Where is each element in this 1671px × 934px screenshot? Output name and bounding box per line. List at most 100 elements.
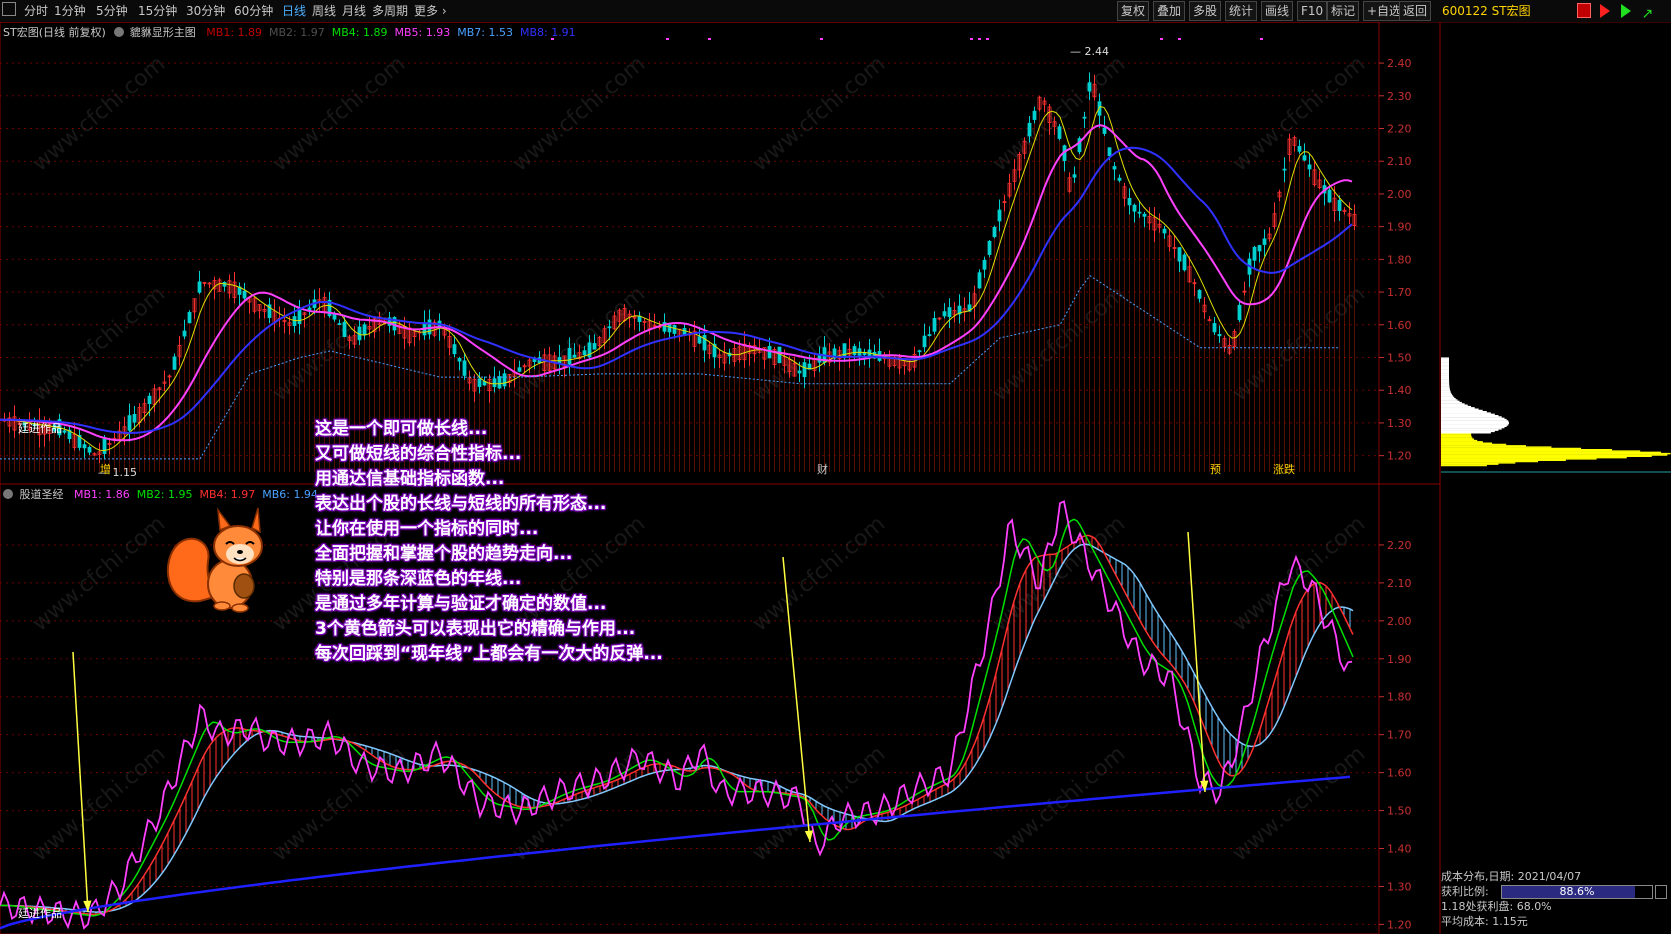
candle-body	[87, 447, 92, 453]
flag-green-icon[interactable]	[1620, 4, 1631, 18]
candle-body	[1182, 254, 1187, 271]
kline-chart[interactable]: 2.40 2.30 2.20 2.10 2.00 1.90 1.80 1.70 1.60 1.50…	[0, 22, 1671, 934]
play-icon[interactable]	[1599, 4, 1610, 18]
chart-frame	[0, 22, 1380, 934]
watermark-text: www.cfchi.com	[28, 741, 170, 866]
candle-body	[987, 240, 992, 255]
annotation-line: 特别是那条深蓝色的年线...	[315, 569, 522, 589]
candle-body	[1107, 147, 1112, 157]
y-tick-label: 1.50	[1387, 352, 1412, 365]
period-tab-6[interactable]: 日线	[282, 2, 306, 20]
candle-body	[1217, 334, 1222, 337]
high-price-label: — 2.44	[1070, 45, 1109, 58]
toolbar-button-4[interactable]: 画线	[1261, 1, 1294, 21]
annotation-line: 让你在使用一个指标的同时...	[315, 519, 539, 539]
annotation-line: 全面把握和掌握个股的趋势走向...	[315, 544, 573, 564]
profit-end-marker	[1655, 885, 1667, 899]
watermark-text: www.cfchi.com	[748, 511, 890, 636]
candle-body	[1142, 213, 1147, 217]
toolbar-button-0[interactable]: 复权	[1117, 1, 1150, 21]
candle-body	[1297, 145, 1302, 152]
toolbar-button-6[interactable]: 标记	[1327, 1, 1360, 21]
candle-body	[1072, 174, 1077, 178]
candle-body	[982, 259, 987, 270]
top-signal-dot	[1178, 38, 1181, 40]
period-tab-7[interactable]: 周线	[312, 2, 336, 20]
event-marker: 财	[817, 462, 828, 476]
watermark-text: www.cfchi.com	[1228, 741, 1370, 866]
toolbar-button-8[interactable]: 返回	[1399, 1, 1432, 21]
candle-body	[127, 415, 132, 431]
period-tab-2[interactable]: 5分钟	[96, 2, 128, 20]
flag-icon[interactable]	[1577, 3, 1591, 18]
toolbar-button-2[interactable]: 多股	[1189, 1, 1222, 21]
sub-legend-1: MB2: 1.95	[136, 488, 193, 501]
yellow-arrow-line	[1187, 531, 1206, 793]
toolbar-button-5[interactable]: F10	[1297, 1, 1328, 21]
candle-body	[947, 307, 952, 318]
cost-date-label: 成本分布,日期: 2021/04/07	[1441, 870, 1582, 883]
period-tab-9[interactable]: 多周期	[372, 2, 408, 20]
event-marker: 增	[100, 462, 111, 476]
toolbar-icons: ↗	[1577, 3, 1653, 22]
y-tick-label: 1.30	[1387, 880, 1412, 893]
stock-title: ST宏图(日线 前复权)	[3, 26, 106, 39]
annotation-line: 每次回踩到“现年线”上都会有一次大的反弹...	[315, 644, 663, 664]
toolbar-button-3[interactable]: 统计	[1225, 1, 1258, 21]
squirrel-mascot-icon	[166, 507, 263, 613]
y-tick-label: 1.20	[1387, 450, 1412, 463]
y-tick-label: 2.20	[1387, 539, 1412, 552]
candle-body	[1197, 289, 1202, 299]
candle-body	[502, 373, 507, 387]
sub-watermark-label: 廷进作品	[18, 907, 62, 920]
profit-ratio-value: 88.6%	[1559, 885, 1595, 898]
candle-body	[922, 335, 927, 348]
candle-body	[292, 316, 297, 326]
main-legend-3: MB5: 1.93	[394, 26, 451, 39]
candle-body	[1137, 211, 1142, 214]
toolbar-button-1[interactable]: 叠加	[1153, 1, 1186, 21]
top-signal-dot	[1260, 38, 1263, 40]
candle-body	[932, 317, 937, 332]
candle-body	[1082, 116, 1087, 119]
candle-body	[147, 395, 152, 405]
period-tab-5[interactable]: 60分钟	[234, 2, 273, 20]
y-tick-label: 1.40	[1387, 843, 1412, 856]
profit-ratio-bar: 88.6%	[1501, 885, 1653, 899]
annotation-line: 表达出个股的长线与短线的所有形态...	[315, 494, 607, 514]
top-signal-dot	[970, 38, 973, 40]
indicator-toggle-icon[interactable]	[114, 27, 125, 37]
candle-body	[197, 281, 202, 293]
period-tab-4[interactable]: 30分钟	[186, 2, 225, 20]
watermark-text: www.cfchi.com	[268, 741, 410, 866]
y-tick-label: 2.40	[1387, 57, 1412, 70]
arrow-up-icon[interactable]: ↗	[1641, 6, 1653, 22]
candle-body	[1262, 238, 1267, 245]
watermark-text: www.cfchi.com	[1228, 511, 1370, 636]
period-tab-1[interactable]: 1分钟	[54, 2, 86, 20]
candle-body	[1252, 246, 1257, 261]
window-menu-icon[interactable]	[2, 2, 16, 16]
candles	[2, 72, 1357, 472]
candle-body	[517, 367, 522, 372]
candle-body	[802, 362, 807, 378]
chip-distribution	[1441, 357, 1671, 473]
y-tick-label: 1.90	[1387, 221, 1412, 234]
sub-indicator-name[interactable]: 股道圣经	[20, 488, 64, 501]
y-tick-label: 1.80	[1387, 691, 1412, 704]
watermark-text: www.cfchi.com	[28, 511, 170, 636]
profit-ratio-row: 获利比例: 88.6%	[1441, 884, 1671, 899]
indicator-name[interactable]: 貔貅显形主图	[130, 26, 196, 39]
sub-toggle-icon[interactable]	[3, 489, 13, 499]
candle-body	[337, 323, 342, 325]
candle-body	[242, 290, 247, 299]
profit-ratio-label: 获利比例:	[1441, 885, 1489, 898]
main-legend-4: MB7: 1.53	[457, 26, 513, 39]
candle-body	[697, 336, 702, 344]
annotation-line: 这是一个即可做长线...	[315, 419, 488, 439]
top-signal-dot	[820, 38, 823, 40]
period-tab-3[interactable]: 15分钟	[138, 2, 177, 20]
period-tab-8[interactable]: 月线	[342, 2, 366, 20]
period-tab-0[interactable]: 分时	[24, 2, 48, 20]
period-tab-10[interactable]: 更多 ›	[414, 2, 447, 20]
